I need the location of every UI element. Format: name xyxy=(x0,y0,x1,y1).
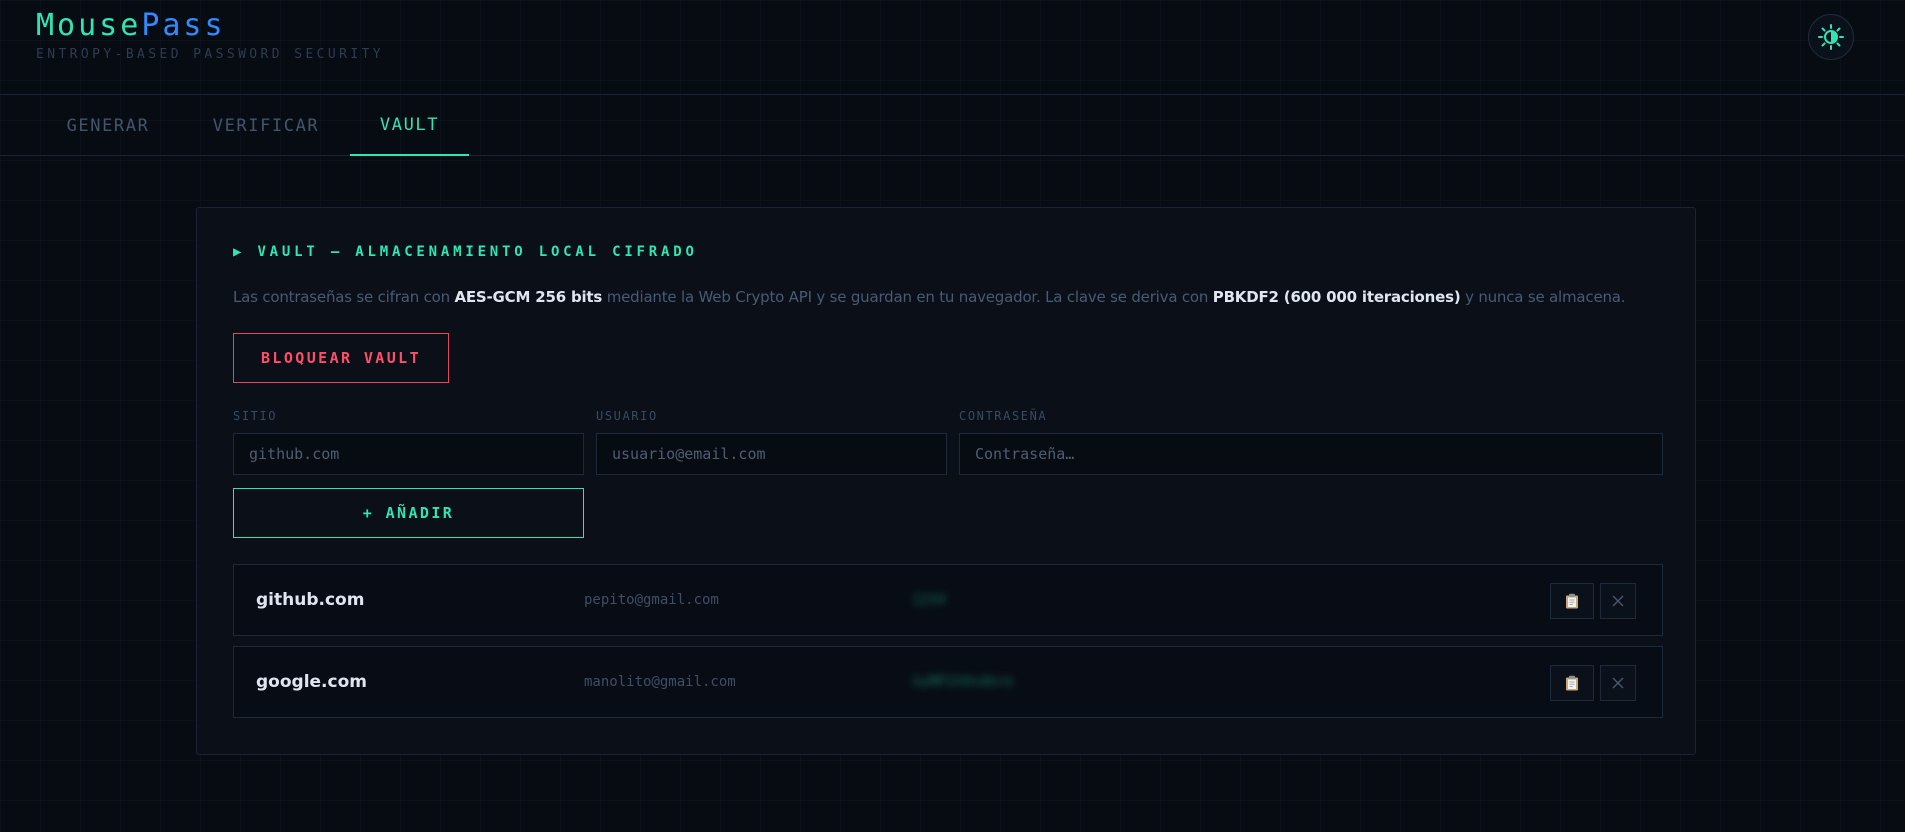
delete-entry-button[interactable] xyxy=(1600,583,1636,619)
logo-part-mouse: Mouse xyxy=(36,8,142,43)
close-icon xyxy=(1612,677,1624,689)
app-tagline: ENTROPY-BASED PASSWORD SECURITY xyxy=(36,47,385,62)
vault-description: Las contraseñas se cifran con AES-GCM 25… xyxy=(233,288,1673,306)
app-logo: MousePass xyxy=(36,8,226,43)
lock-vault-button[interactable]: BLOQUEAR VAULT xyxy=(233,333,449,383)
password-input[interactable] xyxy=(959,433,1663,475)
app-header: MousePass ENTROPY-BASED PASSWORD SECURIT… xyxy=(0,0,1905,95)
clipboard-icon xyxy=(1566,593,1578,609)
desc-text-3: y nunca se almacena. xyxy=(1460,288,1626,306)
user-input[interactable] xyxy=(596,433,947,475)
entry-user: pepito@gmail.com xyxy=(584,592,719,608)
vault-entry: google.com manolito@gmail.com SuMP1h9vdk… xyxy=(233,646,1663,718)
theme-toggle-button[interactable] xyxy=(1808,14,1854,60)
password-label: CONTRASEÑA xyxy=(959,409,1048,423)
entry-password-masked[interactable]: 1234 xyxy=(912,565,946,635)
entry-site: github.com xyxy=(256,590,365,610)
tab-verificar[interactable]: VERIFICAR xyxy=(196,96,336,156)
copy-password-button[interactable] xyxy=(1550,665,1594,701)
entry-user: manolito@gmail.com xyxy=(584,674,736,690)
desc-text-2: mediante la Web Crypto API y se guardan … xyxy=(602,288,1213,306)
delete-entry-button[interactable] xyxy=(1600,665,1636,701)
entry-site: google.com xyxy=(256,672,367,692)
tab-vault[interactable]: VAULT xyxy=(350,96,469,156)
vault-section-title: ▶ VAULT — ALMACENAMIENTO LOCAL CIFRADO xyxy=(233,244,698,260)
desc-text-1: Las contraseñas se cifran con xyxy=(233,288,455,306)
vault-entry: github.com pepito@gmail.com 1234 xyxy=(233,564,1663,636)
site-input[interactable] xyxy=(233,433,584,475)
sun-bug-icon xyxy=(1818,24,1844,50)
site-label: SITIO xyxy=(233,409,278,423)
copy-password-button[interactable] xyxy=(1550,583,1594,619)
user-label: USUARIO xyxy=(596,409,658,423)
clipboard-icon xyxy=(1566,675,1578,691)
desc-bold-pbkdf2: PBKDF2 (600 000 iteraciones) xyxy=(1212,288,1461,306)
main-tabs: GENERAR VERIFICAR VAULT xyxy=(0,96,1905,156)
add-entry-button[interactable]: + AÑADIR xyxy=(233,488,584,538)
close-icon xyxy=(1612,595,1624,607)
logo-part-pass: Pass xyxy=(141,8,226,43)
entry-password-masked[interactable]: SuMP1h9vdkre xyxy=(912,647,1013,717)
desc-bold-aes: AES-GCM 256 bits xyxy=(454,288,603,306)
tab-generar[interactable]: GENERAR xyxy=(46,96,170,156)
vault-panel: ▶ VAULT — ALMACENAMIENTO LOCAL CIFRADO L… xyxy=(196,207,1696,755)
